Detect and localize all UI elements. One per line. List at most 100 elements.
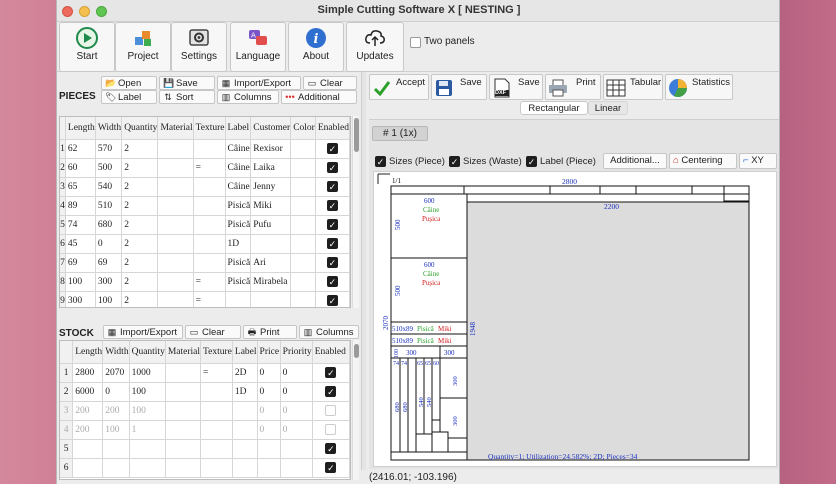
col-header[interactable]: Width [95, 117, 123, 140]
cell-priority[interactable]: 0 [280, 420, 313, 440]
cell-label[interactable]: 1D [232, 382, 258, 402]
cell-texture[interactable] [193, 139, 226, 159]
table-row[interactable]: 5 74 680 2 Pisică Pufu ✓ [60, 215, 350, 235]
panel-splitter[interactable] [361, 72, 366, 470]
stock-columns-button[interactable]: ▥ Columns [299, 325, 359, 339]
cell-label[interactable]: Pisică [225, 215, 252, 235]
col-header[interactable]: Color [290, 117, 316, 140]
col-header[interactable]: Label [225, 117, 252, 140]
cell-label[interactable]: Pisică [225, 272, 252, 292]
cell-material[interactable] [165, 382, 202, 402]
accept-button[interactable]: Accept [369, 74, 429, 100]
cell-customer[interactable]: Mirabela [250, 272, 292, 292]
cell-label[interactable] [232, 420, 258, 440]
col-header[interactable]: Quantity [129, 341, 166, 364]
row-number[interactable]: 1 [60, 363, 74, 383]
cell-width[interactable]: 0 [102, 382, 130, 402]
cell-enabled[interactable]: ✓ [315, 196, 350, 216]
cell-length[interactable]: 200 [72, 401, 104, 421]
cell-price[interactable]: 0 [257, 382, 281, 402]
cell-priority[interactable]: 0 [280, 382, 313, 402]
cell-material[interactable] [157, 158, 194, 178]
statistics-button[interactable]: Statistics [665, 74, 733, 100]
cell-length[interactable]: 60 [65, 158, 96, 178]
sizes-piece-checkbox[interactable]: ✓ [375, 156, 386, 167]
xy-button[interactable]: ⌐ XY [739, 153, 777, 169]
cell-width[interactable]: 200 [102, 401, 130, 421]
cell-priority[interactable]: 0 [280, 401, 313, 421]
cell-enabled[interactable]: ✓ [312, 439, 350, 459]
cell-length[interactable] [72, 439, 104, 459]
cell-quantity[interactable]: 2 [121, 253, 159, 273]
cell-enabled[interactable]: ✓ [315, 291, 350, 307]
cell-length[interactable]: 69 [65, 253, 96, 273]
stock-print-button[interactable]: 🖶 Print [243, 325, 297, 339]
cell-width[interactable]: 540 [95, 177, 123, 197]
cell-quantity[interactable]: 2 [121, 291, 159, 307]
cell-texture[interactable] [200, 420, 233, 440]
cell-length[interactable]: 200 [72, 420, 104, 440]
table-row[interactable]: 1 62 570 2 Câine Rexisor ✓ [60, 139, 350, 159]
row-number[interactable]: 4 [60, 420, 74, 440]
cell-width[interactable]: 570 [95, 139, 123, 159]
cell-material[interactable] [157, 234, 194, 254]
enabled-checkbox[interactable]: ✓ [325, 367, 337, 378]
cell-texture[interactable] [193, 234, 226, 254]
pieces-scroll-thumb[interactable] [354, 118, 359, 152]
updates-button[interactable]: Updates [346, 22, 404, 72]
table-row[interactable]: 2 60 500 2 = Câine Laika ✓ [60, 158, 350, 178]
cell-quantity[interactable]: 1 [129, 420, 166, 440]
cell-price[interactable] [257, 439, 281, 459]
cell-quantity[interactable]: 2 [121, 215, 159, 235]
cell-quantity[interactable]: 100 [129, 401, 166, 421]
col-header[interactable]: Enabled [315, 117, 350, 140]
pieces-sort-button[interactable]: ⇅ Sort [159, 90, 215, 104]
stock-scroll-thumb[interactable] [354, 344, 359, 358]
enabled-checkbox[interactable]: ✓ [326, 257, 338, 268]
cell-length[interactable]: 300 [65, 291, 96, 307]
mode-rectangular-tab[interactable]: Rectangular [520, 101, 588, 115]
cell-material[interactable] [157, 291, 194, 307]
cell-width[interactable]: 2070 [102, 363, 130, 383]
cell-width[interactable]: 69 [95, 253, 123, 273]
cell-length[interactable]: 65 [65, 177, 96, 197]
start-button[interactable]: Start [59, 22, 115, 72]
table-row[interactable]: 8 100 300 2 = Pisică Mirabela ✓ [60, 272, 350, 292]
cell-price[interactable] [257, 458, 281, 478]
cell-enabled[interactable]: ✓ [315, 215, 350, 235]
cell-material[interactable] [157, 272, 194, 292]
cell-material[interactable] [165, 363, 202, 383]
stock-import-export-button[interactable]: ▦ Import/Export [103, 325, 183, 339]
cell-price[interactable]: 0 [257, 363, 281, 383]
cell-length[interactable]: 89 [65, 196, 96, 216]
cell-label[interactable]: Câine [225, 139, 252, 159]
cell-enabled[interactable]: ✓ [315, 158, 350, 178]
row-number[interactable]: 5 [60, 439, 74, 459]
cell-quantity[interactable]: 2 [121, 234, 159, 254]
cell-material[interactable] [157, 215, 194, 235]
cell-quantity[interactable]: 2 [121, 272, 159, 292]
cell-length[interactable]: 100 [65, 272, 96, 292]
cell-customer[interactable] [250, 234, 292, 254]
pieces-columns-button[interactable]: ▥ Columns [217, 90, 279, 104]
cell-material[interactable] [165, 401, 202, 421]
table-row[interactable]: 6 45 0 2 1D ✓ [60, 234, 350, 254]
cell-enabled[interactable]: ✓ [315, 177, 350, 197]
print-results-button[interactable]: Print [545, 74, 601, 100]
cell-length[interactable]: 6000 [72, 382, 104, 402]
cell-customer[interactable]: Jenny [250, 177, 292, 197]
cell-label[interactable] [225, 291, 252, 307]
cell-enabled[interactable] [312, 401, 350, 421]
cell-width[interactable] [102, 458, 130, 478]
row-number[interactable]: 6 [60, 458, 74, 478]
nesting-canvas[interactable]: 1/1 2800 2200 600 Câine Pușica 500 600 C… [373, 171, 777, 467]
col-header[interactable]: Length [65, 117, 96, 140]
table-row[interactable]: 1 2800 2070 1000 = 2D 0 0 ✓ [60, 363, 350, 383]
cell-enabled[interactable]: ✓ [312, 382, 350, 402]
cell-width[interactable]: 100 [102, 420, 130, 440]
cell-label[interactable] [232, 401, 258, 421]
row-number[interactable]: 3 [60, 401, 74, 421]
cell-color[interactable] [290, 253, 316, 273]
centering-button[interactable]: ⌂ Centering [669, 153, 737, 169]
cell-material[interactable] [165, 420, 202, 440]
